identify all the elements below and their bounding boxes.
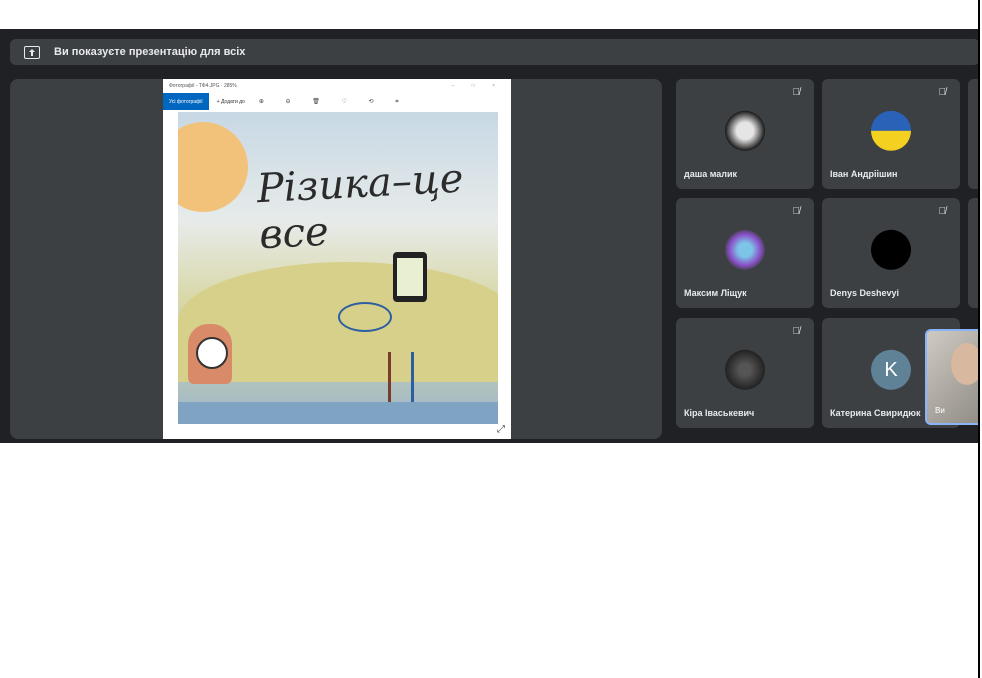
poster-bottom-strip [178, 402, 498, 424]
atom-icon [338, 302, 392, 332]
poster-title: Різика–це все [255, 155, 465, 259]
participant-tile-partial[interactable] [968, 79, 978, 189]
avatar [725, 110, 765, 151]
window-controls[interactable]: – □ × [452, 83, 504, 89]
meet-window: Ви показуєте презентацію для всіх Фотогр… [0, 29, 978, 443]
participant-name: Кіра Іваськевич [684, 408, 755, 418]
self-video [951, 343, 978, 385]
participant-tile-partial[interactable] [968, 198, 978, 308]
avatar-initial: K [871, 349, 911, 390]
avatar [871, 229, 911, 270]
clock-icon [196, 337, 228, 369]
photos-title-bar: Фотографії - ТФ4.JPG · 285% – □ × [163, 79, 511, 93]
add-to-button[interactable]: + Додати до [217, 99, 245, 105]
participant-name: даша малик [684, 169, 738, 179]
self-view-label: Ви [935, 406, 945, 415]
present-screen-icon [24, 45, 40, 59]
photos-window-title: Фотографії - ТФ4.JPG · 285% [169, 83, 237, 89]
mic-off-icon: 🎙̸ [792, 326, 801, 337]
presentation-panel[interactable]: Фотографії - ТФ4.JPG · 285% – □ × Усі фо… [10, 79, 662, 439]
all-photos-button[interactable]: Усі фотографії [163, 93, 209, 110]
poster-photo: Різика–це все [178, 112, 498, 424]
avatar [725, 229, 765, 270]
participant-name: Максим Ліщук [684, 288, 747, 298]
ukraine-flag-icon [871, 110, 911, 151]
self-view-tile[interactable]: Ви [925, 329, 978, 425]
presenting-banner: Ви показуєте презентацію для всіх [10, 39, 978, 65]
mic-off-icon: 🎙̸ [938, 87, 947, 98]
participant-tile[interactable]: 🎙̸ Іван Андріішин [822, 79, 960, 189]
participant-tile[interactable]: 🎙̸ Максим Ліщук [676, 198, 814, 308]
participant-name: Іван Андріішин [830, 169, 898, 179]
photos-app-window[interactable]: Фотографії - ТФ4.JPG · 285% – □ × Усі фо… [163, 79, 511, 439]
mic-off-icon: 🎙̸ [938, 206, 947, 217]
photos-toolbar: Усі фотографії + Додати до ⊕ ⊖ 🗑 ♡ ⟲ ⌗ [163, 93, 511, 110]
wifi-icon [397, 258, 423, 296]
page-divider [978, 0, 980, 678]
participant-name: Катерина Свиридюк [830, 408, 921, 418]
participant-tile[interactable]: 🎙̸ Denys Deshevyi [822, 198, 960, 308]
participant-name: Denys Deshevyi [830, 288, 900, 298]
participant-tile[interactable]: 🎙̸ Кіра Іваськевич [676, 318, 814, 428]
presenting-banner-text: Ви показуєте презентацію для всіх [54, 46, 246, 58]
sun-drawing [178, 122, 248, 212]
mic-off-icon: 🎙̸ [792, 87, 801, 98]
mic-off-icon: 🎙̸ [792, 206, 801, 217]
participant-tile[interactable]: 🎙̸ даша малик [676, 79, 814, 189]
avatar [725, 349, 765, 390]
expand-icon[interactable]: ⤢ [497, 424, 505, 435]
photo-tools[interactable]: ⊕ ⊖ 🗑 ♡ ⟲ ⌗ [259, 98, 409, 106]
